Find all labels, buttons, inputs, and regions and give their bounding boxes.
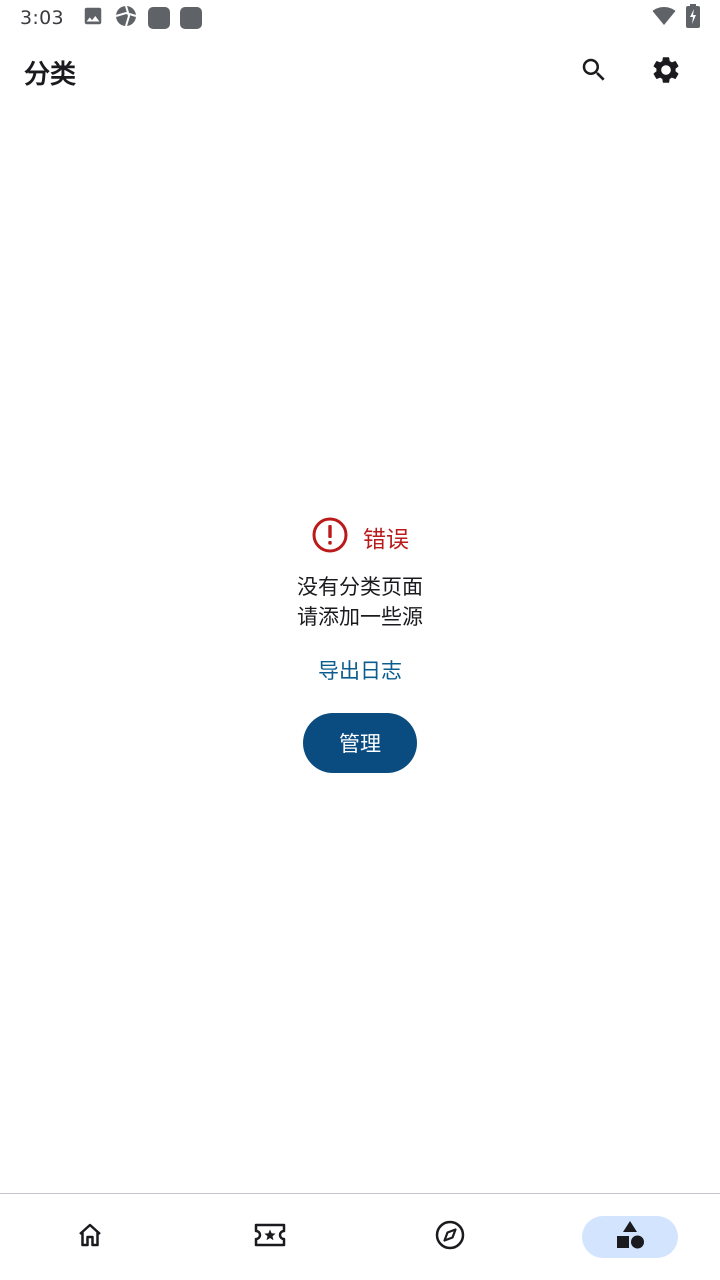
settings-button[interactable] — [648, 54, 684, 90]
image-icon — [82, 5, 104, 31]
export-logs-button[interactable]: 导出日志 — [318, 654, 402, 688]
status-bar: 3:03 — [0, 0, 720, 36]
empty-message-line-2: 请添加一些源 — [297, 605, 423, 629]
nav-item-updates[interactable] — [180, 1194, 360, 1280]
nav-item-categories[interactable] — [540, 1194, 720, 1280]
settings-icon — [650, 54, 682, 90]
battery-charging-icon — [686, 4, 700, 32]
nav-pill — [222, 1216, 318, 1258]
status-time: 3:03 — [20, 7, 64, 29]
empty-message-line-1: 没有分类页面 — [297, 575, 423, 599]
compass-icon — [434, 1219, 466, 1255]
wifi-icon — [652, 5, 676, 31]
ticket-star-icon — [254, 1222, 286, 1252]
category-shapes-icon — [614, 1219, 646, 1255]
sync-icon — [114, 4, 138, 32]
page-title: 分类 — [24, 59, 77, 90]
search-button[interactable] — [576, 54, 612, 90]
nav-item-home[interactable] — [0, 1194, 180, 1280]
nav-pill-active — [582, 1216, 678, 1258]
error-header: 错误 — [311, 512, 409, 562]
notification-icons — [82, 4, 202, 32]
system-icons — [652, 4, 700, 32]
app-notification-icon — [147, 7, 170, 29]
error-icon — [311, 516, 349, 558]
error-label: 错误 — [363, 527, 409, 553]
manage-button[interactable]: 管理 — [303, 713, 417, 773]
nav-pill — [402, 1216, 498, 1258]
empty-state: 错误 没有分类页面 请添加一些源 导出日志 管理 — [0, 512, 720, 773]
search-icon — [579, 55, 609, 89]
nav-pill — [42, 1216, 138, 1258]
bottom-navigation — [0, 1193, 720, 1280]
nav-item-explore[interactable] — [360, 1194, 540, 1280]
app-bar-actions — [576, 54, 696, 90]
app-notification-icon — [179, 7, 202, 29]
top-app-bar: 分类 — [0, 36, 720, 108]
home-icon — [75, 1220, 105, 1254]
